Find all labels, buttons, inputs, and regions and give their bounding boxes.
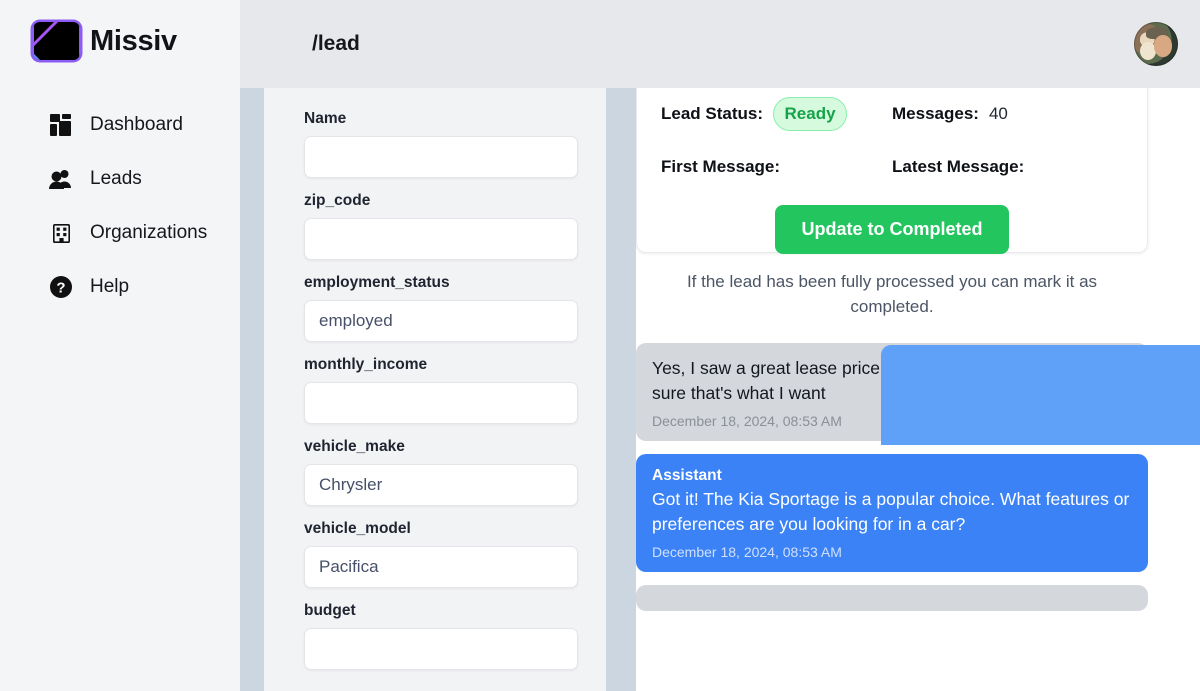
message-bubble-assistant[interactable]: Assistant Got it! The Kia Sportage is a … [636, 454, 1148, 573]
sidebar-item-help[interactable]: ? Help [0, 260, 240, 314]
status-badge: Ready [773, 97, 848, 131]
form-field-monthly-income: monthly_income [304, 356, 582, 424]
lead-status-row: Lead Status: Ready [661, 97, 892, 131]
content-area: /lead Name zip_code employment_status em… [240, 0, 1200, 691]
sidebar-item-leads[interactable]: Leads [0, 152, 240, 206]
top-bar: /lead [240, 0, 1200, 88]
page-title: /lead [312, 32, 360, 55]
lead-status-grid: Lead Status: Ready Messages: 40 First Me… [661, 88, 1123, 177]
update-to-completed-button[interactable]: Update to Completed [775, 205, 1009, 254]
first-message-row: First Message: [661, 157, 892, 177]
body-area: Name zip_code employment_status monthly_… [240, 88, 1200, 691]
form-field-budget: budget [304, 602, 582, 670]
svg-text:?: ? [56, 280, 65, 297]
building-icon [48, 220, 74, 246]
message-timestamp: December 18, 2024, 08:53 AM [652, 544, 842, 561]
brand-logo[interactable]: Missiv [0, 0, 240, 60]
question-circle-icon: ? [48, 274, 74, 300]
update-cta-wrap: Update to Completed [661, 205, 1123, 254]
field-label: monthly_income [304, 356, 428, 373]
field-label: employment_status [304, 274, 450, 291]
message-bubble-next-partial[interactable] [636, 585, 1148, 612]
lead-status-label: Lead Status: [661, 104, 764, 123]
messages-label: Messages: [892, 104, 979, 123]
message-list: Yes, I saw a great lease price on a Kia … [636, 343, 1148, 612]
people-icon [48, 166, 74, 192]
message-text: Yes, I saw a great lease price on a Kia … [652, 358, 1116, 404]
vehicle-make-input[interactable] [304, 464, 578, 506]
sidebar-nav: Dashboard Leads Organizations ? Help [0, 98, 240, 314]
first-message-label: First Message: [661, 157, 781, 176]
vehicle-model-input[interactable] [304, 546, 578, 588]
sidebar: Missiv Dashboard Leads Organizations ? H… [0, 0, 240, 691]
sidebar-item-label: Dashboard [90, 114, 183, 135]
messages-value: 40 [988, 104, 1008, 123]
sidebar-item-organizations[interactable]: Organizations [0, 206, 240, 260]
monthly-income-input[interactable] [304, 382, 578, 424]
lead-status-card: Lead Status: Ready Messages: 40 First Me… [636, 88, 1148, 316]
form-field-employment-status: employment_status [304, 274, 582, 342]
zip-code-input[interactable] [304, 218, 578, 260]
field-label: zip_code [304, 192, 371, 209]
field-label: vehicle_make [304, 438, 405, 455]
message-timestamp: December 18, 2024, 08:53 AM [652, 413, 842, 430]
sidebar-item-label: Leads [90, 168, 142, 189]
form-field-vehicle-make: vehicle_make [304, 438, 582, 506]
form-field-vehicle-model: vehicle_model [304, 520, 582, 588]
left-gutter [240, 88, 264, 691]
brand-name: Missiv [90, 24, 177, 57]
messages-count-row: Messages: 40 [892, 97, 1123, 131]
field-label: budget [304, 602, 356, 619]
lead-scroll-region[interactable]: Lead Status: Ready Messages: 40 First Me… [636, 88, 1200, 691]
message-role: Assistant [652, 467, 722, 485]
lead-detail-column: Lead Status: Ready Messages: 40 First Me… [636, 88, 1200, 691]
sidebar-item-label: Help [90, 276, 130, 297]
latest-message-label: Latest Message: [892, 157, 1025, 176]
field-label: vehicle_model [304, 520, 411, 537]
employment-status-input[interactable] [304, 300, 578, 342]
app-root: Missiv Dashboard Leads Organizations ? H… [0, 0, 1200, 691]
envelope-icon [33, 22, 80, 60]
sidebar-item-dashboard[interactable]: Dashboard [0, 98, 240, 152]
budget-input[interactable] [304, 628, 578, 670]
message-bubble-user[interactable]: Yes, I saw a great lease price on a Kia … [636, 343, 1148, 442]
sidebar-item-label: Organizations [90, 222, 208, 243]
dashboard-grid-icon [48, 112, 74, 138]
form-field-name: Name [304, 110, 582, 178]
form-field-zip-code: zip_code [304, 192, 582, 260]
latest-message-row: Latest Message: [892, 157, 1123, 177]
update-cta-help-text: If the lead has been fully processed you… [686, 272, 1098, 316]
field-label: Name [304, 110, 347, 127]
lead-form-panel: Name zip_code employment_status monthly_… [264, 88, 606, 691]
message-text: Got it! The Kia Sportage is a popular ch… [652, 489, 1130, 535]
name-input[interactable] [304, 136, 578, 178]
avatar[interactable] [1134, 22, 1178, 66]
right-gutter [606, 88, 636, 691]
